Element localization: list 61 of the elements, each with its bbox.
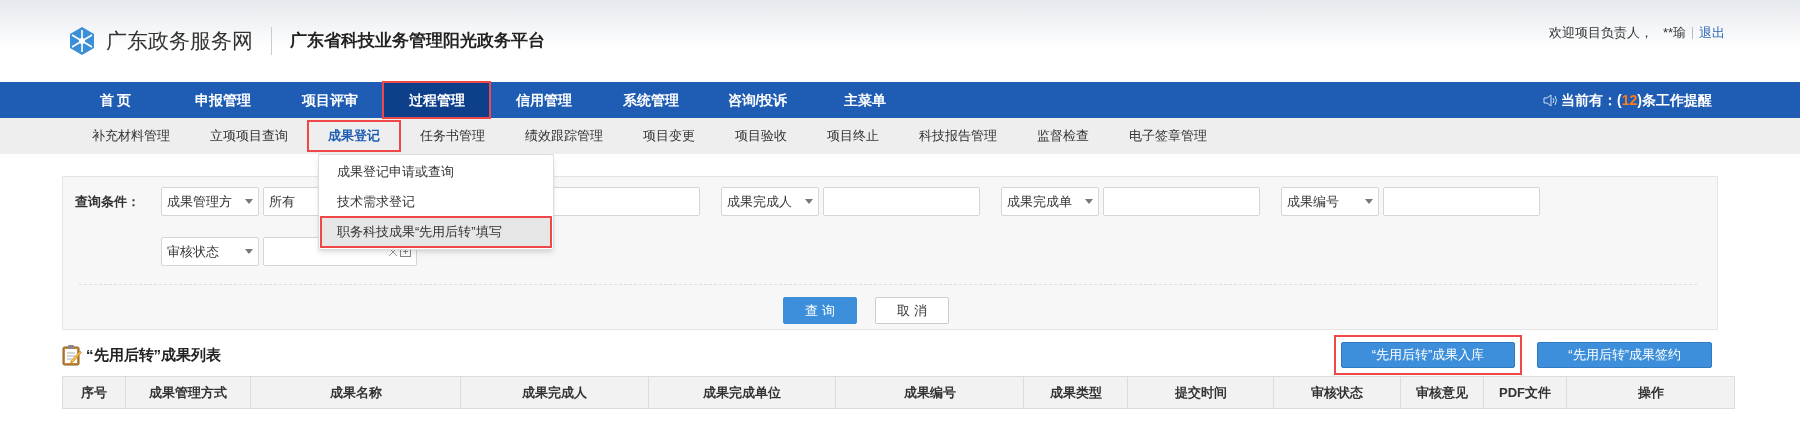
welcome-text: 欢迎项目负责人， bbox=[1548, 24, 1653, 43]
user-name: **瑜 bbox=[1662, 24, 1686, 43]
main-nav-tab[interactable]: 过程管理 bbox=[383, 82, 490, 118]
menu-item[interactable]: 成果登记申请或查询 bbox=[321, 157, 551, 187]
input-field[interactable] bbox=[1383, 187, 1540, 216]
sub-nav-tab[interactable]: 立项项目查询 bbox=[190, 121, 308, 151]
speaker-icon bbox=[1543, 93, 1559, 107]
column-header: 操作 bbox=[1636, 383, 1665, 402]
main-nav-tab[interactable]: 项目评审 bbox=[276, 82, 383, 118]
portal-name: 广东政务服务网 bbox=[106, 28, 253, 55]
notice-prefix: 当前有：( bbox=[1561, 90, 1622, 110]
column-header: 审核意见 bbox=[1401, 377, 1484, 408]
column-header: 成果完成人 bbox=[461, 377, 649, 408]
sub-nav-tab[interactable]: 监督检查 bbox=[1017, 121, 1109, 151]
column-header: 成果类型 bbox=[1024, 377, 1128, 408]
snowflake-logo-icon bbox=[68, 26, 96, 56]
caret-icon bbox=[1365, 199, 1373, 204]
column-header: 序号 bbox=[63, 377, 126, 408]
cancel-button[interactable]: 取 消 bbox=[875, 297, 949, 324]
column-header: 审核状态 bbox=[1274, 377, 1401, 408]
main-nav-tab[interactable]: 系统管理 bbox=[597, 82, 704, 118]
column-header: PDF文件 bbox=[1484, 377, 1567, 408]
sub-nav-tab[interactable]: 项目终止 bbox=[807, 121, 899, 151]
criteria-select[interactable]: 成果完成单 bbox=[1001, 187, 1099, 216]
criteria-select[interactable]: 成果编号 bbox=[1281, 187, 1379, 216]
caret-icon bbox=[245, 249, 253, 254]
column-header: 成果完成单位 bbox=[649, 377, 836, 408]
criteria-select[interactable]: 成果管理方 bbox=[161, 187, 259, 216]
sub-nav-tab[interactable]: 绩效跟踪管理 bbox=[505, 121, 623, 151]
sub-nav-tab[interactable]: 成果登记 bbox=[308, 121, 400, 151]
column-header: 成果管理方式 bbox=[126, 377, 251, 408]
main-nav-tab[interactable]: 申报管理 bbox=[169, 82, 276, 118]
column-header: 成果名称 bbox=[251, 377, 461, 408]
main-nav-tab[interactable]: 首 页 bbox=[62, 82, 169, 118]
caret-icon bbox=[245, 199, 253, 204]
notice-suffix: )条工作提醒 bbox=[1637, 90, 1712, 110]
main-nav-tab[interactable]: 咨询/投诉 bbox=[704, 82, 811, 118]
sub-nav-tab[interactable]: 电子签章管理 bbox=[1109, 121, 1227, 151]
list-title: “先用后转”成果列表 bbox=[86, 344, 221, 365]
menu-item[interactable]: 技术需求登记 bbox=[321, 187, 551, 217]
input-field[interactable] bbox=[823, 187, 980, 216]
input-field[interactable] bbox=[1103, 187, 1260, 216]
sub-nav-tab[interactable]: 任务书管理 bbox=[400, 121, 505, 151]
sub-nav-tab[interactable]: 项目验收 bbox=[715, 121, 807, 151]
platform-title: 广东省科技业务管理阳光政务平台 bbox=[290, 30, 545, 53]
sub-nav-tab[interactable]: 补充材料管理 bbox=[72, 121, 190, 151]
main-nav-tab[interactable]: 信用管理 bbox=[490, 82, 597, 118]
criteria-select[interactable]: 成果完成人 bbox=[721, 187, 819, 216]
clipboard-pencil-icon bbox=[62, 344, 82, 366]
menu-item[interactable]: 职务科技成果“先用后转”填写 bbox=[321, 217, 551, 247]
column-header: 成果编号 bbox=[836, 377, 1024, 408]
criteria-select[interactable]: 审核状态 bbox=[161, 237, 259, 266]
sub-nav-tab[interactable]: 项目变更 bbox=[623, 121, 715, 151]
logout-link[interactable]: 退出 bbox=[1699, 23, 1725, 43]
column-header: 提交时间 bbox=[1128, 377, 1274, 408]
query-label: 查询条件： bbox=[75, 193, 141, 211]
caret-icon bbox=[805, 199, 813, 204]
main-nav-tab[interactable]: 主菜单 bbox=[811, 82, 918, 118]
caret-icon bbox=[1085, 199, 1093, 204]
sub-nav-tab[interactable]: 科技报告管理 bbox=[899, 121, 1017, 151]
reminder-count: 12 bbox=[1621, 90, 1638, 110]
